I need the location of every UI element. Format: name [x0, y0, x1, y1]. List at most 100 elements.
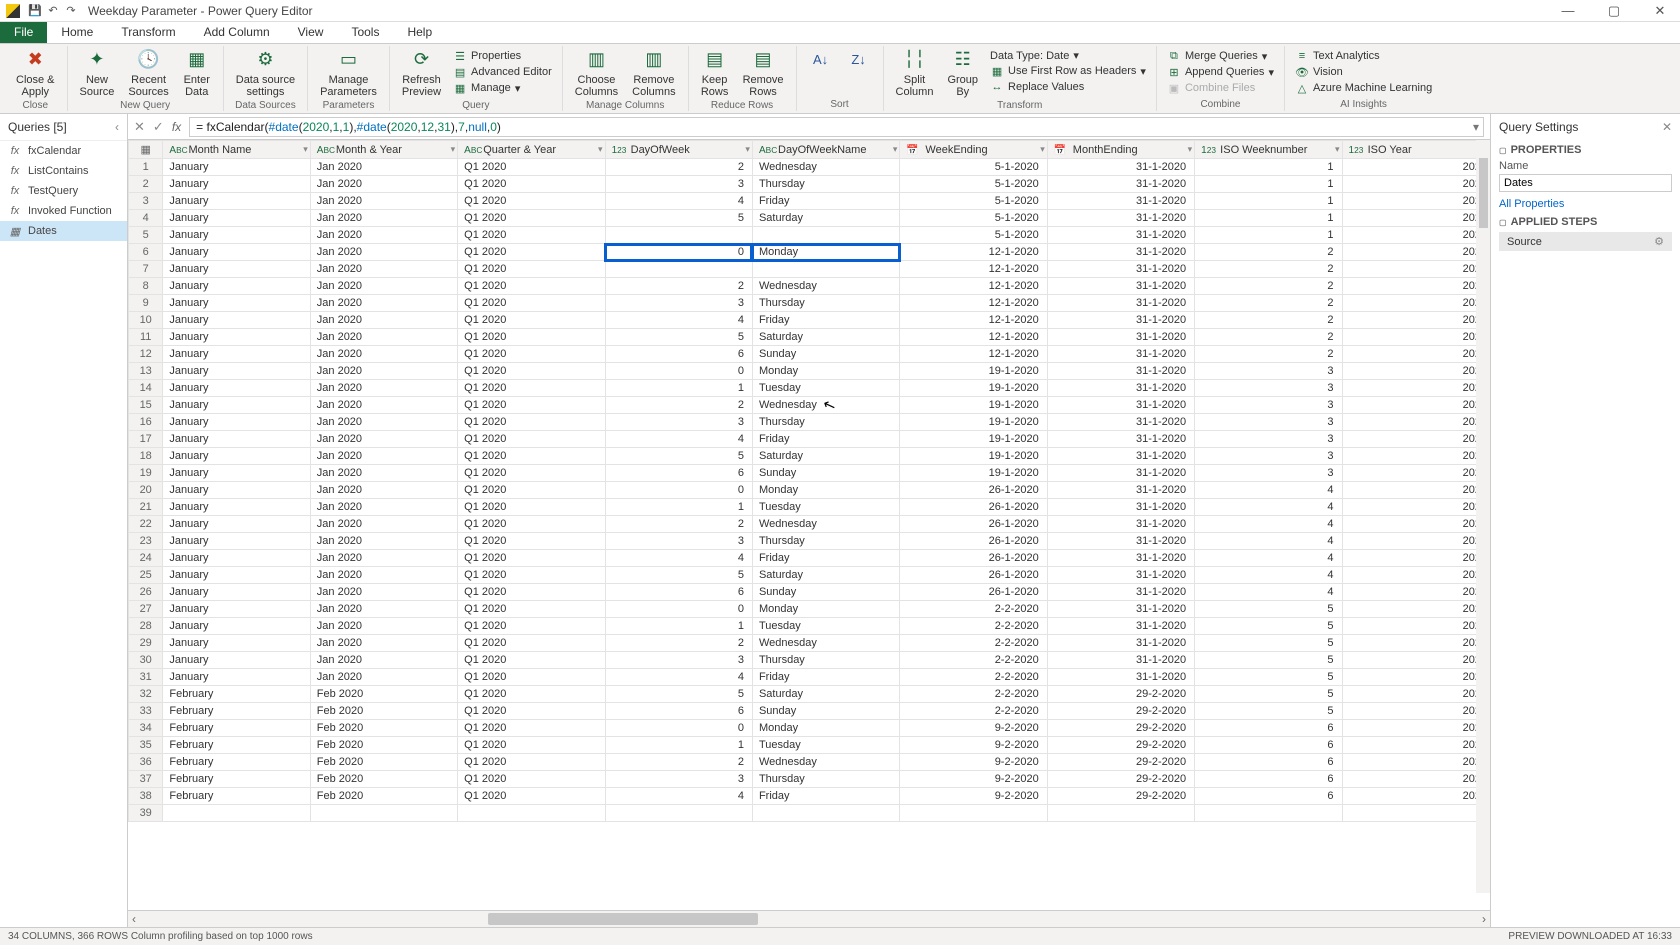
append-queries-button[interactable]: ⊞Append Queries ▾ — [1167, 64, 1274, 80]
table-row[interactable]: 21JanuaryJan 2020Q1 20201Tuesday26-1-202… — [129, 499, 1490, 516]
sort-asc-button[interactable]: A↓ — [803, 46, 839, 76]
redo-icon[interactable]: ↷ — [65, 5, 77, 17]
column-filter-icon[interactable]: ▾ — [303, 144, 308, 155]
table-row[interactable]: 32FebruaryFeb 2020Q1 20205Saturday2-2-20… — [129, 686, 1490, 703]
column-filter-icon[interactable]: ▾ — [1188, 144, 1193, 155]
column-filter-icon[interactable]: ▾ — [598, 144, 603, 155]
column-header-iso-weeknumber[interactable]: 123 ISO Weeknumber▾ — [1195, 141, 1342, 159]
accept-formula-icon[interactable]: ✓ — [153, 119, 164, 135]
manage-parameters-button[interactable]: ▭Manage Parameters — [314, 46, 383, 100]
all-properties-link[interactable]: All Properties — [1499, 198, 1564, 210]
enter-data-button[interactable]: ▦Enter Data — [177, 46, 217, 100]
table-row[interactable]: 34FebruaryFeb 2020Q1 20200Monday9-2-2020… — [129, 720, 1490, 737]
table-row[interactable]: 29JanuaryJan 2020Q1 20202Wednesday2-2-20… — [129, 635, 1490, 652]
column-header-dayofweek[interactable]: 123 DayOfWeek▾ — [605, 141, 752, 159]
step-source[interactable]: Source⚙ — [1499, 232, 1672, 251]
table-row[interactable]: 23JanuaryJan 2020Q1 20203Thursday26-1-20… — [129, 533, 1490, 550]
column-header-quarter-year[interactable]: ABC Quarter & Year▾ — [458, 141, 605, 159]
table-row[interactable]: 24JanuaryJan 2020Q1 20204Friday26-1-2020… — [129, 550, 1490, 567]
column-header-month-name[interactable]: ABC Month Name▾ — [163, 141, 310, 159]
table-row[interactable]: 38FebruaryFeb 2020Q1 20204Friday9-2-2020… — [129, 788, 1490, 805]
table-row[interactable]: 12JanuaryJan 2020Q1 20206Sunday12-1-2020… — [129, 346, 1490, 363]
table-row[interactable]: 3JanuaryJan 2020Q1 20204Friday5-1-202031… — [129, 193, 1490, 210]
cancel-formula-icon[interactable]: ✕ — [134, 119, 145, 135]
query-item-listcontains[interactable]: fxListContains — [0, 161, 127, 181]
manage-button[interactable]: ▦Manage ▾ — [453, 80, 552, 96]
merge-queries-button[interactable]: ⧉Merge Queries ▾ — [1167, 48, 1274, 64]
column-filter-icon[interactable]: ▾ — [451, 144, 456, 155]
table-row[interactable]: 28JanuaryJan 2020Q1 20201Tuesday2-2-2020… — [129, 618, 1490, 635]
vertical-scrollbar[interactable] — [1476, 140, 1490, 893]
collapse-queries-icon[interactable]: ‹ — [115, 120, 119, 134]
column-filter-icon[interactable]: ▾ — [1335, 144, 1340, 155]
column-header-month-year[interactable]: ABC Month & Year▾ — [310, 141, 457, 159]
properties-button[interactable]: ☰Properties — [453, 48, 552, 64]
column-header-monthending[interactable]: 📅 MonthEnding▾ — [1047, 141, 1194, 159]
query-item-fxcalendar[interactable]: fxfxCalendar — [0, 141, 127, 161]
scroll-right-icon[interactable]: › — [1482, 912, 1486, 926]
formula-input[interactable]: = fxCalendar(#date(2020, 1, 1), #date(20… — [189, 117, 1484, 137]
sort-desc-button[interactable]: Z↓ — [841, 46, 877, 76]
remove-rows-button[interactable]: ▤Remove Rows — [737, 46, 790, 100]
fx-icon[interactable]: fx — [172, 120, 181, 134]
table-row[interactable]: 8JanuaryJan 2020Q1 20202Wednesday12-1-20… — [129, 278, 1490, 295]
table-row[interactable]: 13JanuaryJan 2020Q1 20200Monday19-1-2020… — [129, 363, 1490, 380]
table-row[interactable]: 22JanuaryJan 2020Q1 20202Wednesday26-1-2… — [129, 516, 1490, 533]
table-row[interactable]: 30JanuaryJan 2020Q1 20203Thursday2-2-202… — [129, 652, 1490, 669]
table-row[interactable]: 20JanuaryJan 2020Q1 20200Monday26-1-2020… — [129, 482, 1490, 499]
query-item-testquery[interactable]: fxTestQuery — [0, 181, 127, 201]
table-row[interactable]: 2JanuaryJan 2020Q1 20203Thursday5-1-2020… — [129, 176, 1490, 193]
query-name-input[interactable] — [1499, 174, 1672, 192]
tab-help[interactable]: Help — [393, 22, 446, 43]
replace-values-button[interactable]: ↔Replace Values — [990, 79, 1146, 95]
close-button[interactable]: ✕ — [1646, 3, 1674, 19]
table-corner[interactable]: ▦ — [129, 141, 163, 159]
undo-icon[interactable]: ↶ — [47, 5, 59, 17]
choose-columns-button[interactable]: ▥Choose Columns — [569, 46, 624, 100]
group-by-button[interactable]: ☷Group By — [941, 46, 984, 100]
aml-button[interactable]: △Azure Machine Learning — [1295, 80, 1432, 96]
split-column-button[interactable]: ╎╎Split Column — [890, 46, 940, 100]
table-row[interactable]: 5JanuaryJan 2020Q1 20205-1-202031-1-2020… — [129, 227, 1490, 244]
table-row[interactable]: 7JanuaryJan 2020Q1 202012-1-202031-1-202… — [129, 261, 1490, 278]
tab-tools[interactable]: Tools — [337, 22, 393, 43]
tab-file[interactable]: File — [0, 22, 47, 43]
save-icon[interactable]: 💾 — [29, 5, 41, 17]
table-row[interactable]: 11JanuaryJan 2020Q1 20205Saturday12-1-20… — [129, 329, 1490, 346]
table-row[interactable]: 4JanuaryJan 2020Q1 20205Saturday5-1-2020… — [129, 210, 1490, 227]
column-header-iso-year[interactable]: 123 ISO Year▾ — [1342, 141, 1489, 159]
remove-columns-button[interactable]: ▥Remove Columns — [626, 46, 681, 100]
table-row[interactable]: 10JanuaryJan 2020Q1 20204Friday12-1-2020… — [129, 312, 1490, 329]
vision-button[interactable]: 👁Vision — [1295, 64, 1432, 80]
column-header-dayofweekname[interactable]: ABC DayOfWeekName▾ — [752, 141, 899, 159]
formula-dropdown-icon[interactable]: ▾ — [1473, 120, 1479, 134]
table-row[interactable]: 9JanuaryJan 2020Q1 20203Thursday12-1-202… — [129, 295, 1490, 312]
query-item-dates[interactable]: ▦Dates — [0, 221, 127, 241]
table-row[interactable]: 6JanuaryJan 2020Q1 20200Monday12-1-20203… — [129, 244, 1490, 261]
column-filter-icon[interactable]: ▾ — [745, 144, 750, 155]
first-row-headers-button[interactable]: ▦Use First Row as Headers ▾ — [990, 63, 1146, 79]
table-row[interactable]: 39 — [129, 805, 1490, 822]
table-row[interactable]: 37FebruaryFeb 2020Q1 20203Thursday9-2-20… — [129, 771, 1490, 788]
horizontal-scrollbar[interactable]: ‹ › — [128, 910, 1490, 927]
text-analytics-button[interactable]: ≡Text Analytics — [1295, 48, 1432, 64]
table-row[interactable]: 36FebruaryFeb 2020Q1 20202Wednesday9-2-2… — [129, 754, 1490, 771]
table-row[interactable]: 26JanuaryJan 2020Q1 20206Sunday26-1-2020… — [129, 584, 1490, 601]
maximize-button[interactable]: ▢ — [1600, 3, 1628, 19]
data-type-dropdown[interactable]: Data Type: Date ▾ — [990, 48, 1146, 63]
scroll-left-icon[interactable]: ‹ — [132, 912, 136, 926]
keep-rows-button[interactable]: ▤Keep Rows — [695, 46, 735, 100]
close-apply-button[interactable]: ✖Close & Apply — [10, 46, 61, 100]
data-grid[interactable]: ▦ABC Month Name▾ABC Month & Year▾ABC Qua… — [128, 140, 1490, 927]
tab-home[interactable]: Home — [47, 22, 107, 43]
table-row[interactable]: 27JanuaryJan 2020Q1 20200Monday2-2-20203… — [129, 601, 1490, 618]
table-row[interactable]: 15JanuaryJan 2020Q1 20202Wednesday19-1-2… — [129, 397, 1490, 414]
column-header-weekending[interactable]: 📅 WeekEnding▾ — [900, 141, 1047, 159]
data-source-settings-button[interactable]: ⚙Data source settings — [230, 46, 301, 100]
new-source-button[interactable]: ✦New Source — [74, 46, 121, 100]
table-row[interactable]: 1JanuaryJan 2020Q1 20202Wednesday5-1-202… — [129, 159, 1490, 176]
step-gear-icon[interactable]: ⚙ — [1654, 235, 1664, 248]
table-row[interactable]: 25JanuaryJan 2020Q1 20205Saturday26-1-20… — [129, 567, 1490, 584]
table-row[interactable]: 35FebruaryFeb 2020Q1 20201Tuesday9-2-202… — [129, 737, 1490, 754]
refresh-preview-button[interactable]: ⟳Refresh Preview — [396, 46, 447, 100]
